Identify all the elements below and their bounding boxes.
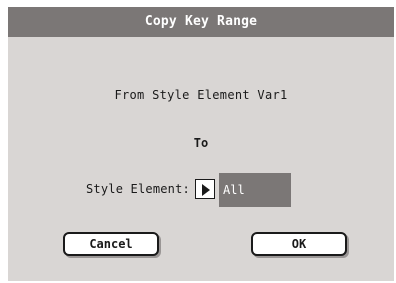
ok-button[interactable]: OK xyxy=(251,232,347,256)
style-element-row: Style Element: All xyxy=(8,173,394,207)
triangle-right-icon xyxy=(202,184,210,196)
copy-key-range-dialog: Copy Key Range From Style Element Var1 T… xyxy=(8,7,394,281)
style-element-label: Style Element: xyxy=(86,182,190,196)
from-source-text: From Style Element Var1 xyxy=(114,88,288,102)
dialog-title: Copy Key Range xyxy=(8,7,394,37)
cancel-button[interactable]: Cancel xyxy=(63,232,159,256)
to-label: To xyxy=(193,136,209,150)
style-element-value[interactable]: All xyxy=(219,173,291,207)
style-element-dropdown-button[interactable] xyxy=(195,179,215,199)
dialog-content: From Style Element Var1 To Style Element… xyxy=(8,37,394,281)
